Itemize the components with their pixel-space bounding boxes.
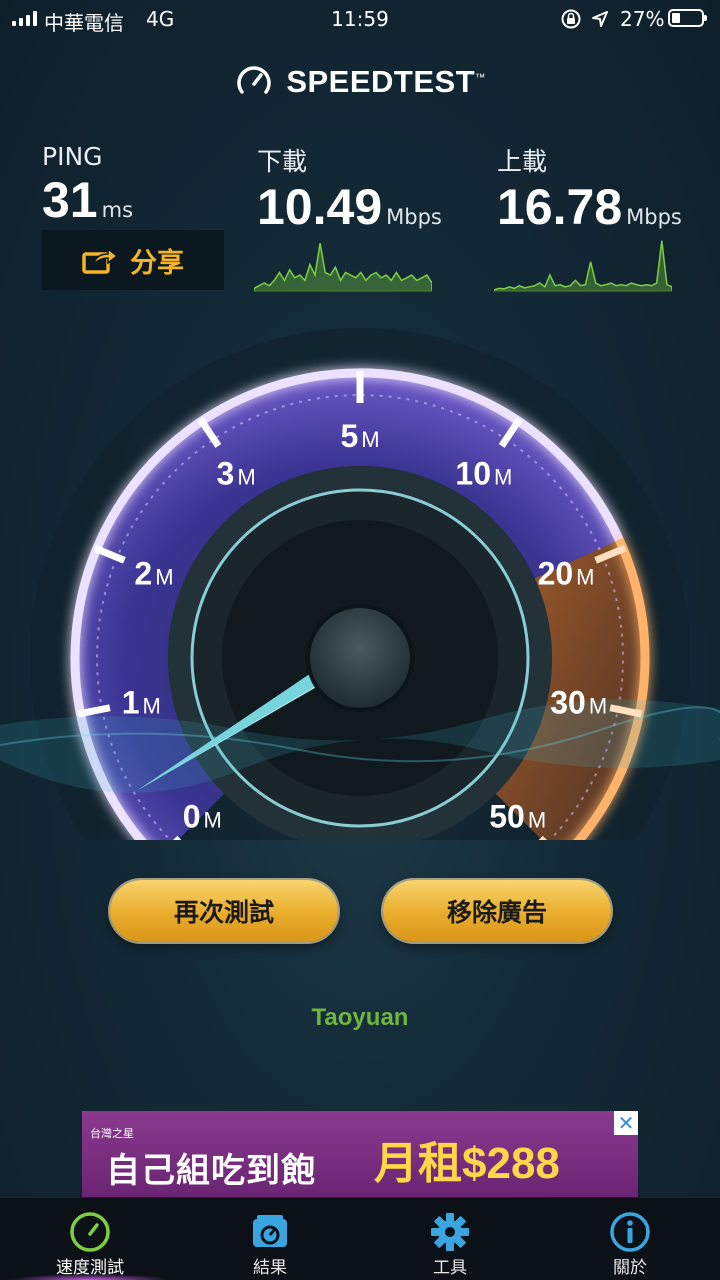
ad-offer: 月租$288 (374, 1139, 560, 1188)
ping-stat: PING 31 ms (42, 142, 133, 229)
ad-brand: 台灣之星 (90, 1127, 134, 1140)
tab-about[interactable]: 關於 (540, 1198, 720, 1280)
info-icon (610, 1212, 650, 1252)
speedtest-logo-icon (237, 66, 272, 94)
speed-gauge: 0 M1 M2 M3 M5 M10 M20 M30 M50 M (0, 328, 720, 840)
ping-value: 31 (42, 172, 98, 228)
gauge-icon (70, 1212, 110, 1252)
download-graph (254, 243, 432, 292)
location-arrow-icon (592, 11, 608, 27)
download-value: 10.49 (257, 179, 383, 235)
upload-value: 16.78 (497, 179, 623, 235)
remove-ads-button[interactable]: 移除廣告 (383, 880, 611, 942)
tab-label: 工具 (433, 1258, 467, 1278)
retest-button[interactable]: 再次測試 (110, 880, 338, 942)
tab-speedtest[interactable]: 速度測試 (0, 1198, 180, 1280)
app-header: SPEEDTEST™ (0, 60, 720, 104)
tab-tools[interactable]: 工具 (360, 1198, 540, 1280)
clock: 11:59 (331, 7, 389, 31)
tab-bar: 速度測試 結果 工具 關於 (0, 1198, 720, 1280)
upload-stat: 上載 16.78 Mbps (497, 142, 682, 236)
download-unit: Mbps (386, 205, 442, 229)
tab-label: 速度測試 (56, 1258, 124, 1278)
upload-graph (494, 240, 672, 292)
download-stat: 下載 10.49 Mbps (257, 142, 442, 236)
server-location: Taoyuan (311, 1004, 409, 1031)
tab-label: 關於 (613, 1258, 647, 1278)
app-title: SPEEDTEST™ (286, 64, 486, 99)
upload-label: 上載 (497, 147, 548, 176)
share-button[interactable]: 分享 (42, 230, 224, 290)
share-label: 分享 (130, 247, 184, 279)
battery-icon (668, 9, 707, 27)
ping-label: PING (42, 142, 103, 171)
battery-percent: 27% (620, 7, 665, 31)
upload-unit: Mbps (626, 205, 682, 229)
ad-banner[interactable]: 台灣之星 自己組吃到飽 月租$288 ✕ (82, 1111, 638, 1197)
results-icon (253, 1215, 287, 1247)
ping-unit: ms (101, 198, 134, 222)
tab-results[interactable]: 結果 (180, 1198, 360, 1280)
rotation-lock-icon (561, 9, 581, 29)
tab-label: 結果 (253, 1258, 287, 1278)
ad-close-icon[interactable]: ✕ (614, 1111, 638, 1135)
ad-headline: 自己組吃到飽 (106, 1151, 316, 1191)
share-icon (82, 247, 119, 274)
gear-icon (431, 1213, 469, 1251)
download-label: 下載 (257, 147, 308, 176)
status-bar: 中華電信 4G 11:59 27% (0, 0, 720, 40)
